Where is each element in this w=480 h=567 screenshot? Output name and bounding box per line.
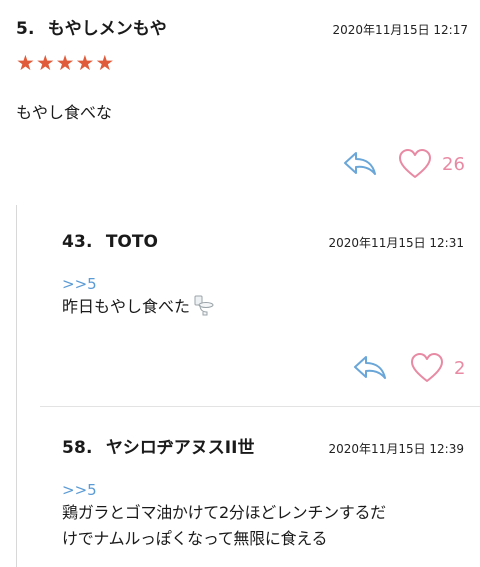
comment-number: 5. [16,19,35,39]
like-heart-icon[interactable] [410,352,444,384]
comment-header: 5. もやしメンもや 2020年11月15日 12:17 [16,14,468,39]
toilet-icon [192,294,214,324]
comment-body: 昨日もやし食べた [62,294,464,324]
star-icon: ★ [16,51,35,75]
reply-icon[interactable] [352,353,388,383]
comment-body-line: けでナムルっぽくなって無限に食える [62,529,328,548]
reply-link[interactable]: >>5 [62,274,464,294]
rating-stars: ★ ★ ★ ★ ★ [16,53,468,74]
comment-body: もやし食べな [16,103,113,122]
comment-header: 43. TOTO 2020年11月15日 12:31 [62,232,464,252]
reply-link[interactable]: >>5 [62,480,464,500]
comment-title: 43. TOTO [62,232,158,252]
comment-title: 58. ヤシロヂアヌスII世 [62,433,254,458]
comment-body: 鶏ガラとゴマ油かけて2分ほどレンチンするだ けでナムルっぽくなって無限に食える [62,500,464,552]
like-heart-icon[interactable] [398,148,432,180]
comment-date: 2020年11月15日 12:39 [328,442,464,456]
comment-number: 58. [62,438,93,458]
like-count: 26 [442,153,465,175]
comment-divider [40,406,480,407]
comment-title: 5. もやしメンもや [16,14,167,39]
like-count: 2 [454,357,466,379]
star-icon: ★ [55,51,75,75]
comment-date: 2020年11月15日 12:17 [332,23,468,37]
comment-body-text: 昨日もやし食べた [62,297,191,316]
comment-author: もやしメンもや [47,19,167,39]
comment-author: ヤシロヂアヌスII世 [105,438,255,458]
comment-5: 5. もやしメンもや 2020年11月15日 12:17 ★ ★ ★ ★ ★ も… [16,14,468,126]
star-icon: ★ [75,51,95,75]
star-icon: ★ [35,51,55,75]
comment-actions: 2 [352,352,465,384]
comment-author: TOTO [105,232,158,252]
comment-actions: 26 [342,148,465,180]
reply-icon[interactable] [342,149,378,179]
comment-number: 43. [62,232,93,252]
comment-58: 58. ヤシロヂアヌスII世 2020年11月15日 12:39 >>5 鶏ガラ… [62,433,464,552]
comment-header: 58. ヤシロヂアヌスII世 2020年11月15日 12:39 [62,433,464,458]
comment-43: 43. TOTO 2020年11月15日 12:31 >>5 昨日もやし食べた [62,232,464,324]
star-icon: ★ [95,51,115,75]
thread-line [16,205,17,567]
comment-body-line: 鶏ガラとゴマ油かけて2分ほどレンチンするだ [62,503,386,522]
comment-date: 2020年11月15日 12:31 [328,236,464,250]
